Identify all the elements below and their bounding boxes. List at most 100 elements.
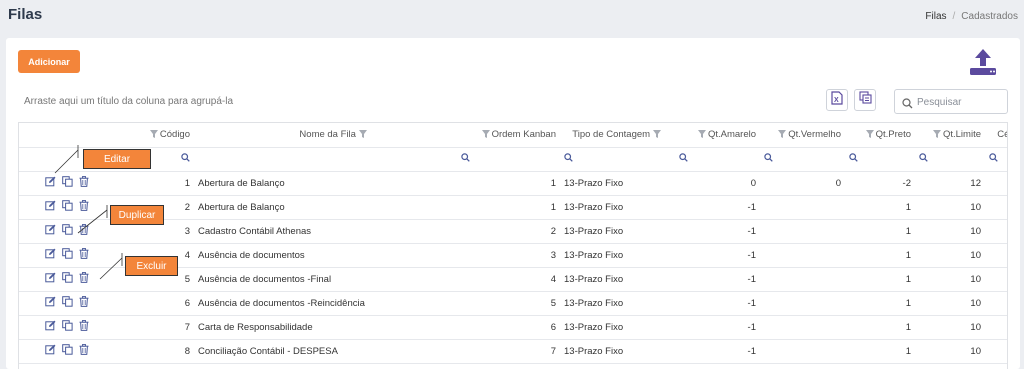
trash-icon[interactable] [79,200,89,214]
page-title: Filas [8,6,43,23]
filter-cell-nome[interactable] [194,147,474,172]
filter-cell-amarelo[interactable] [675,147,760,172]
header-celula[interactable]: Célu [985,123,1007,148]
header-limite[interactable]: Qt.Limite [915,123,985,148]
table-row[interactable]: 6 Ausência de documentos -Reincidência 5 13… [19,291,1007,316]
filter-cell-limite[interactable] [915,147,985,172]
edit-icon[interactable] [45,176,56,190]
trash-icon[interactable] [79,248,89,262]
edit-icon[interactable] [45,200,56,214]
row-actions [19,219,119,244]
data-grid: Código Nome da Fila Ordem Kanban Tipo de… [18,122,1008,369]
callout-editar: Editar [83,149,151,169]
filter-cell-celula[interactable] [985,147,1007,172]
cell-vermelho [760,195,845,220]
callout-duplicar: Duplicar [110,205,164,225]
breadcrumb-item-cadastrados: Cadastrados [961,11,1018,22]
cell-amarelo: -1 [675,195,760,220]
table-row[interactable]: 7 Carta de Responsabilidade 6 13-Prazo Fixo… [19,315,1007,340]
header-tipo[interactable]: Tipo de Contagem [560,123,675,148]
trash-icon[interactable] [79,320,89,334]
edit-icon[interactable] [45,272,56,286]
trash-icon[interactable] [79,176,89,190]
breadcrumb-item-filas[interactable]: Filas [925,11,946,22]
trash-icon[interactable] [79,272,89,286]
edit-icon[interactable] [45,344,56,358]
filter-icon[interactable] [149,129,158,141]
cell-amarelo: -1 [675,339,760,364]
filter-icon[interactable] [481,129,490,141]
cell-tipo: 13-Prazo Fixo [560,219,675,244]
upload-icon[interactable] [968,47,998,77]
header-preto[interactable]: Qt.Preto [845,123,915,148]
header-vermelho[interactable]: Qt.Vermelho [760,123,845,148]
table-row[interactable]: 1 Abertura de Balanço 1 13-Prazo Fixo 0 0 -2 12 [19,171,1007,196]
cell-limite: 10 [915,315,985,340]
cell-nome: Conciliação Contábil - DESPESA [194,339,474,364]
excel-export-button[interactable]: X [826,89,848,111]
duplicate-icon[interactable] [62,272,73,286]
cell-nome: Ausência de documentos [194,243,474,268]
filter-icon[interactable] [358,129,367,141]
filter-cell-vermelho[interactable] [760,147,845,172]
edit-icon[interactable] [45,224,56,238]
group-hint: Arraste aqui um título da coluna para ag… [24,96,234,107]
cell-preto: 1 [845,291,915,316]
row-actions [19,339,119,364]
search-icon[interactable] [764,153,773,165]
cell-nome: Abertura de Balanço [194,195,474,220]
cell-ordem: 7 [474,339,560,364]
trash-icon[interactable] [79,224,89,238]
header-codigo[interactable]: Código [119,123,194,148]
search-icon[interactable] [461,153,470,165]
search-input[interactable] [917,95,1003,109]
edit-icon[interactable] [45,248,56,262]
cell-limite: 10 [915,243,985,268]
top-bar: Filas Filas / Cadastrados [0,0,1024,36]
filter-cell-tipo[interactable] [560,147,675,172]
cell-preto: 1 [845,339,915,364]
trash-icon[interactable] [79,296,89,310]
duplicate-icon[interactable] [62,224,73,238]
duplicate-icon[interactable] [62,320,73,334]
duplicate-icon[interactable] [62,344,73,358]
cell-vermelho [760,267,845,292]
search-icon[interactable] [989,153,998,165]
table-row[interactable]: 8 Conciliação Contábil - DESPESA 7 13-Prazo… [19,339,1007,364]
table-row[interactable]: 3 Cadastro Contábil Athenas 2 13-Prazo Fixo… [19,219,1007,244]
filter-icon[interactable] [652,129,661,141]
edit-icon[interactable] [45,320,56,334]
search-icon[interactable] [919,153,928,165]
cell-amarelo: 0 [675,171,760,196]
duplicate-icon[interactable] [62,248,73,262]
cell-limite: 10 [915,219,985,244]
filter-icon[interactable] [932,129,941,141]
add-button[interactable]: Adicionar [18,50,80,73]
cell-celula [985,339,1007,364]
cell-celula [985,171,1007,196]
header-ordem[interactable]: Ordem Kanban [474,123,560,148]
header-nome[interactable]: Nome da Fila [194,123,474,148]
search-icon[interactable] [679,153,688,165]
search-icon[interactable] [564,153,573,165]
cell-vermelho [760,339,845,364]
search-icon[interactable] [181,153,190,165]
table-row[interactable]: 2 Abertura de Balanço 1 13-Prazo Fixo -1 1 10 [19,195,1007,220]
callout-excluir: Excluir [125,256,178,276]
filter-icon[interactable] [697,129,706,141]
duplicate-icon[interactable] [62,176,73,190]
cell-ordem: 2 [474,219,560,244]
edit-icon[interactable] [45,296,56,310]
filter-icon[interactable] [865,129,874,141]
filter-cell-preto[interactable] [845,147,915,172]
filter-cell-ordem[interactable] [474,147,560,172]
search-icon[interactable] [849,153,858,165]
cell-preto: 1 [845,243,915,268]
header-amarelo[interactable]: Qt.Amarelo [675,123,760,148]
duplicate-icon[interactable] [62,200,73,214]
column-chooser-button[interactable] [854,89,876,111]
cell-limite: 10 [915,267,985,292]
duplicate-icon[interactable] [62,296,73,310]
filter-icon[interactable] [778,129,787,141]
trash-icon[interactable] [79,344,89,358]
